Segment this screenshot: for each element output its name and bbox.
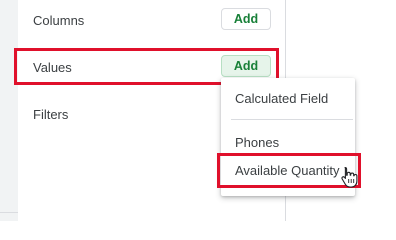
left-strip (0, 0, 18, 221)
menu-separator (231, 119, 353, 120)
menu-item-phones[interactable]: Phones (221, 130, 355, 154)
divider (0, 212, 18, 213)
columns-label: Columns (33, 13, 85, 28)
filters-label: Filters (33, 107, 69, 122)
hand-pointer-icon (341, 166, 358, 188)
menu-item-calculated-field[interactable]: Calculated Field (221, 86, 355, 110)
columns-add-button[interactable]: Add (221, 8, 271, 30)
values-add-button[interactable]: Add (221, 55, 271, 77)
values-label: Values (33, 60, 72, 75)
